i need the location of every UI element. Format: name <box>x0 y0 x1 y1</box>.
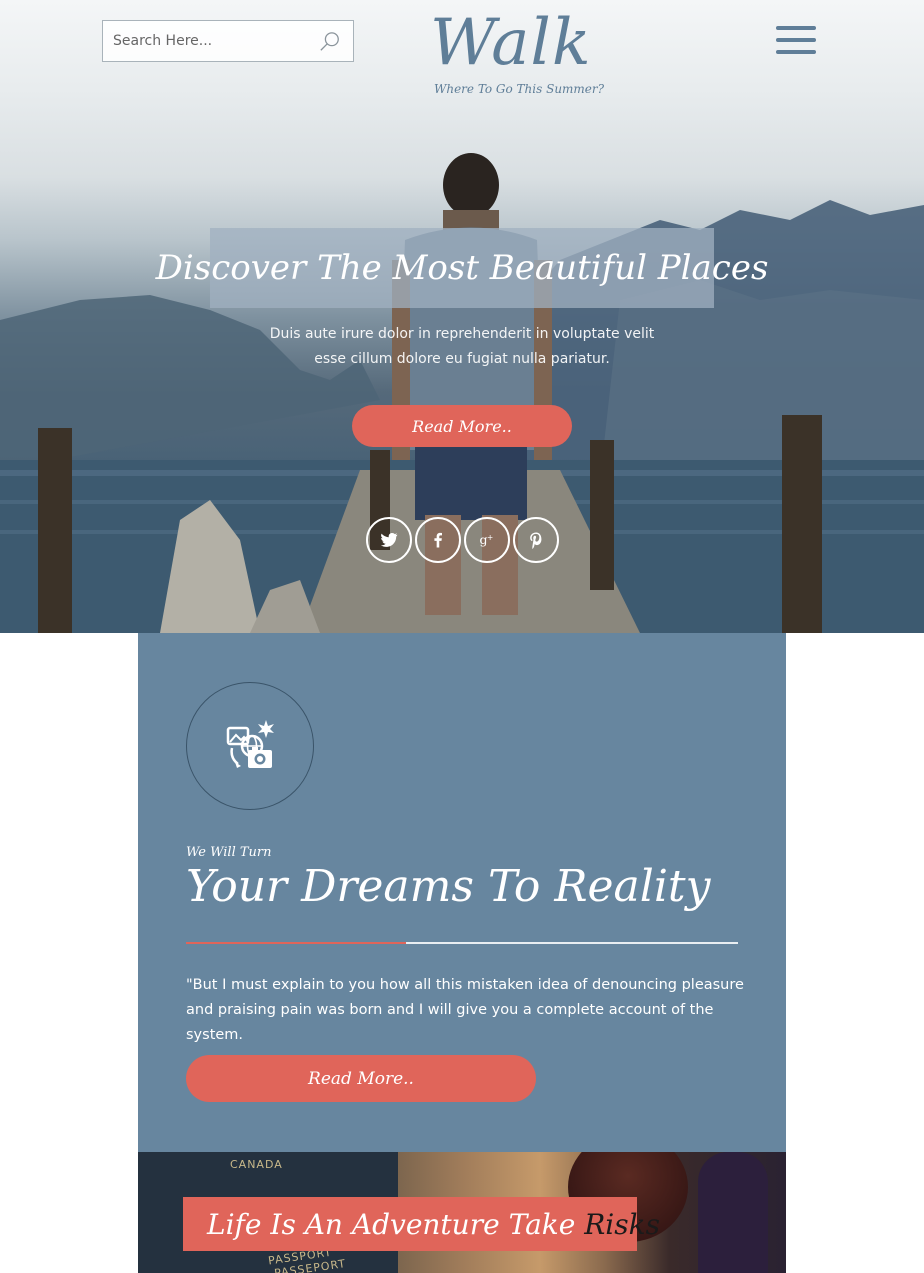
feature-description: "But I must explain to you how all this … <box>186 977 744 1043</box>
svg-text:+: + <box>487 533 493 542</box>
hero-title: Discover The Most Beautiful Places <box>155 248 769 288</box>
passport-label-canada: CANADA <box>230 1158 283 1171</box>
adventure-banner: Life Is An Adventure Take Risks <box>183 1197 660 1251</box>
feature-read-more-button[interactable]: Read More.. <box>186 1055 536 1102</box>
hero-section: Walk Where To Go This Summer? Discover T… <box>0 0 924 633</box>
hamburger-menu-icon[interactable] <box>776 26 816 58</box>
hero-description: Duis aute irure dolor in reprehenderit i… <box>269 326 655 367</box>
feature-divider-accent <box>186 942 406 944</box>
adventure-title: Life Is An Adventure Take Risks <box>207 1208 660 1241</box>
adventure-section: CANADA PASSPORT PASSEPORT Life Is An Adv… <box>138 1152 786 1273</box>
site-logo[interactable]: Walk Where To Go This Summer? <box>430 0 604 106</box>
feature-title: Your Dreams To Reality <box>186 861 711 912</box>
logo-tagline: Where To Go This Summer? <box>434 82 605 96</box>
google-plus-icon[interactable]: g + <box>464 517 510 563</box>
hero-read-more-button[interactable]: Read More.. <box>352 405 572 447</box>
adventure-title-main: Life Is An Adventure Take <box>207 1207 585 1241</box>
feature-kicker: We Will Turn <box>186 845 272 860</box>
logo-title: Walk <box>430 6 592 80</box>
feature-panel: We Will Turn Your Dreams To Reality "But… <box>138 633 786 1152</box>
feature-icon-circle <box>186 682 314 810</box>
twitter-icon[interactable] <box>366 517 412 563</box>
facebook-icon[interactable] <box>415 517 461 563</box>
search-box[interactable] <box>102 20 354 62</box>
adventure-title-accent: Risks <box>584 1207 660 1241</box>
pinterest-icon[interactable] <box>513 517 559 563</box>
search-input[interactable] <box>113 33 313 49</box>
search-icon[interactable] <box>319 31 341 53</box>
travel-photo-globe-icon <box>226 720 274 768</box>
hero-title-box: Discover The Most Beautiful Places <box>156 228 768 308</box>
wine-bottle-image <box>698 1152 768 1273</box>
